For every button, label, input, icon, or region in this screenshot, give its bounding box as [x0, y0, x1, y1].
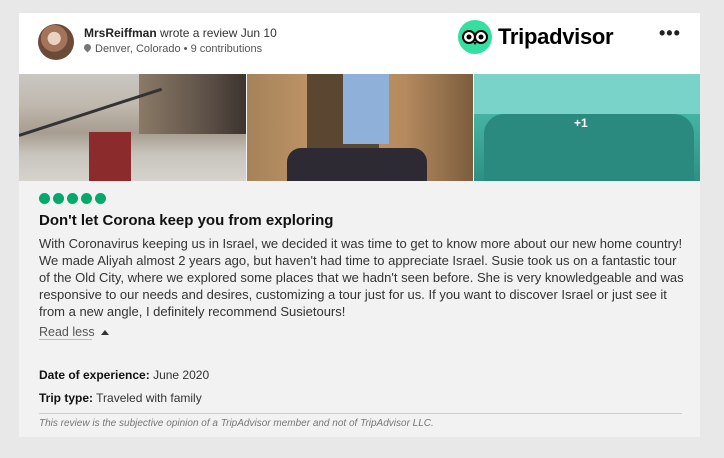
rating-bubble-icon: [67, 193, 78, 204]
owl-logo-icon: [458, 20, 492, 54]
more-photos-count: +1: [574, 116, 588, 130]
trip-value: Traveled with family: [96, 391, 202, 405]
rating-bubble-icon: [53, 193, 64, 204]
trip-type: Trip type: Traveled with family: [39, 391, 202, 405]
review-text: With Coronavirus keeping us in Israel, w…: [39, 236, 684, 319]
read-less-underline: [39, 339, 92, 340]
trip-label: Trip type:: [39, 391, 94, 405]
location-pin-icon: [82, 42, 93, 53]
rating-bubble-icon: [39, 193, 50, 204]
more-options-icon[interactable]: •••: [659, 23, 681, 44]
review-header: MrsReiffman wrote a review Jun 10 Denver…: [19, 13, 700, 74]
tripadvisor-logo: Tripadvisor: [458, 18, 614, 56]
reviewer-contributions: • 9 contributions: [183, 43, 263, 55]
reviewer-location: Denver, Colorado: [95, 43, 181, 55]
review-title[interactable]: Don't let Corona keep you from exploring: [39, 212, 333, 229]
review-byline: MrsReiffman wrote a review Jun 10: [84, 26, 277, 40]
avatar[interactable]: [38, 24, 74, 60]
review-photo[interactable]: [19, 74, 246, 181]
review-card: MrsReiffman wrote a review Jun 10 Denver…: [19, 13, 700, 437]
photo-strip: +1: [19, 74, 700, 181]
rating-bubble-icon: [81, 193, 92, 204]
reviewer-meta: Denver, Colorado • 9 contributions: [82, 42, 263, 55]
review-disclaimer: This review is the subjective opinion of…: [39, 418, 434, 429]
review-action: wrote a review Jun 10: [160, 26, 277, 40]
read-less-label: Read less: [39, 325, 95, 339]
chevron-up-icon: [100, 330, 109, 335]
read-less-button[interactable]: Read less: [39, 325, 109, 339]
review-photo-more[interactable]: +1: [474, 74, 700, 181]
brand-name: Tripadvisor: [498, 24, 614, 49]
rating-bubbles: [39, 193, 106, 204]
divider: [39, 413, 682, 414]
reviewer-name[interactable]: MrsReiffman: [84, 26, 157, 40]
rating-bubble-icon: [95, 193, 106, 204]
date-of-experience: Date of experience: June 2020: [39, 368, 209, 382]
date-value: June 2020: [153, 368, 210, 382]
date-label: Date of experience:: [39, 368, 150, 382]
review-photo[interactable]: [247, 74, 473, 181]
